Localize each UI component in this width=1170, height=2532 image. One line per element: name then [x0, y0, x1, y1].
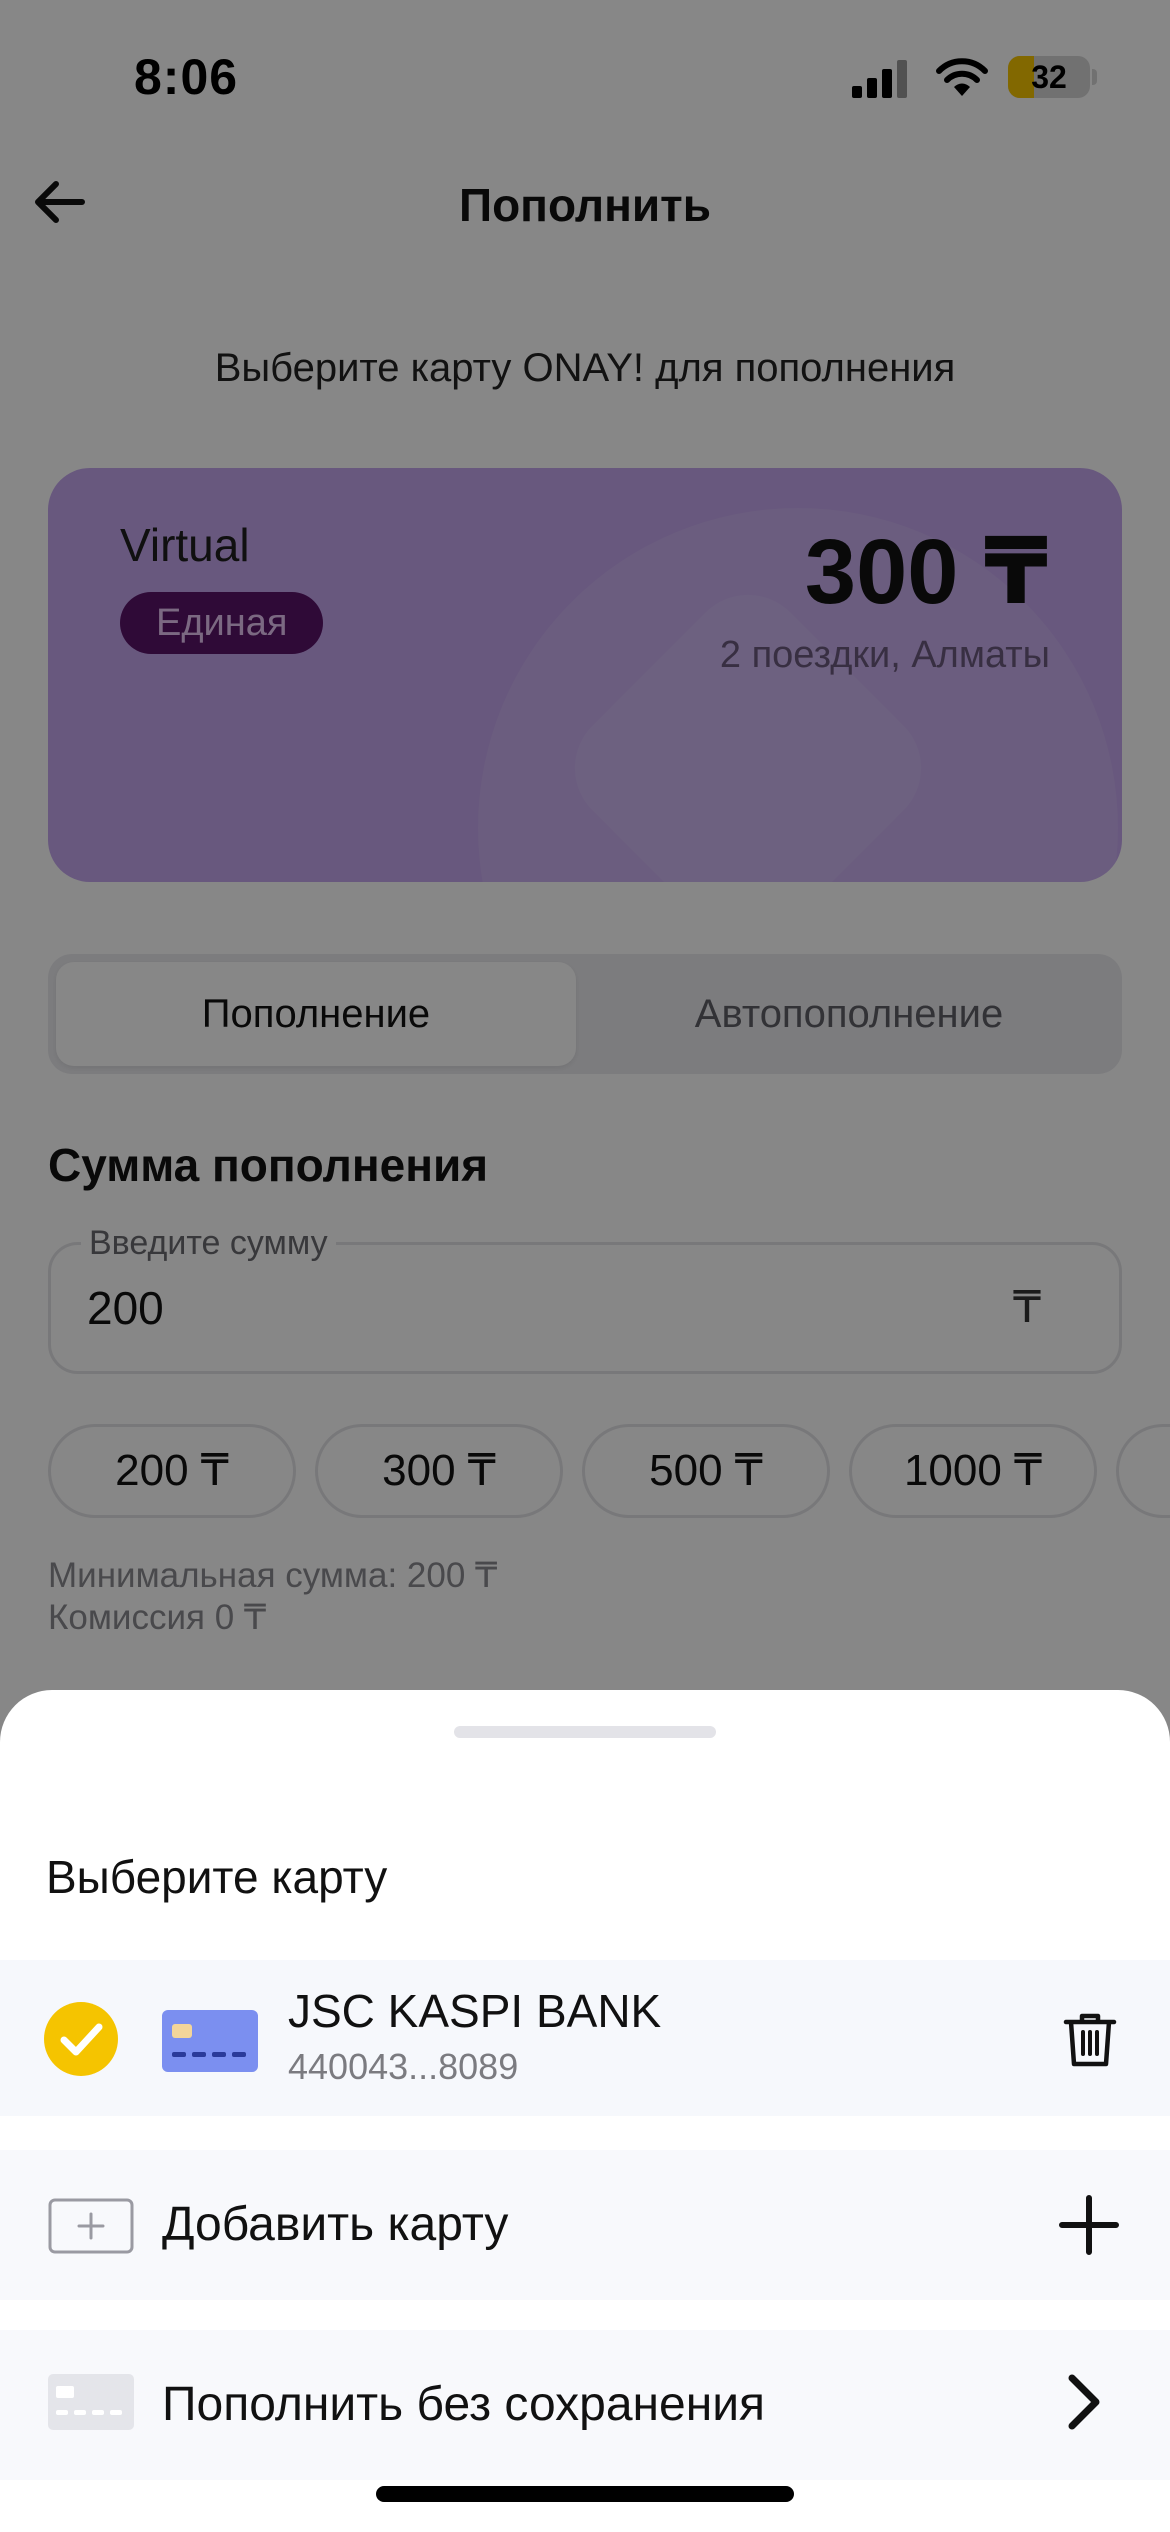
masked-card-number: 440043...8089 — [288, 2046, 519, 2087]
check-circle-icon — [44, 2002, 118, 2076]
sheet-grabber[interactable] — [454, 1726, 716, 1738]
trash-icon[interactable] — [1058, 2008, 1122, 2072]
bank-card-icon — [162, 2010, 258, 2072]
plus-icon[interactable] — [1058, 2194, 1120, 2256]
select-card-sheet: Выберите карту JSC KASPI BANK 440043...8… — [0, 1690, 1170, 2532]
chevron-right-icon[interactable] — [1062, 2372, 1106, 2432]
add-card-row[interactable]: Добавить карту — [0, 2150, 1170, 2300]
add-card-icon — [48, 2198, 134, 2254]
add-card-label: Добавить карту — [162, 2198, 509, 2251]
card-outline-icon — [48, 2374, 134, 2430]
app-screen: 8:06 32 Пополнить Выберите карту ONAY! д… — [0, 0, 1170, 2532]
home-indicator[interactable] — [376, 2486, 794, 2502]
bank-name: JSC KASPI BANK — [288, 1985, 662, 2037]
pay-without-saving-row[interactable]: Пополнить без сохранения — [0, 2330, 1170, 2480]
pay-without-saving-label: Пополнить без сохранения — [162, 2378, 766, 2431]
sheet-title: Выберите карту — [46, 1851, 388, 1903]
saved-card-row[interactable]: JSC KASPI BANK 440043...8089 — [0, 1960, 1170, 2116]
